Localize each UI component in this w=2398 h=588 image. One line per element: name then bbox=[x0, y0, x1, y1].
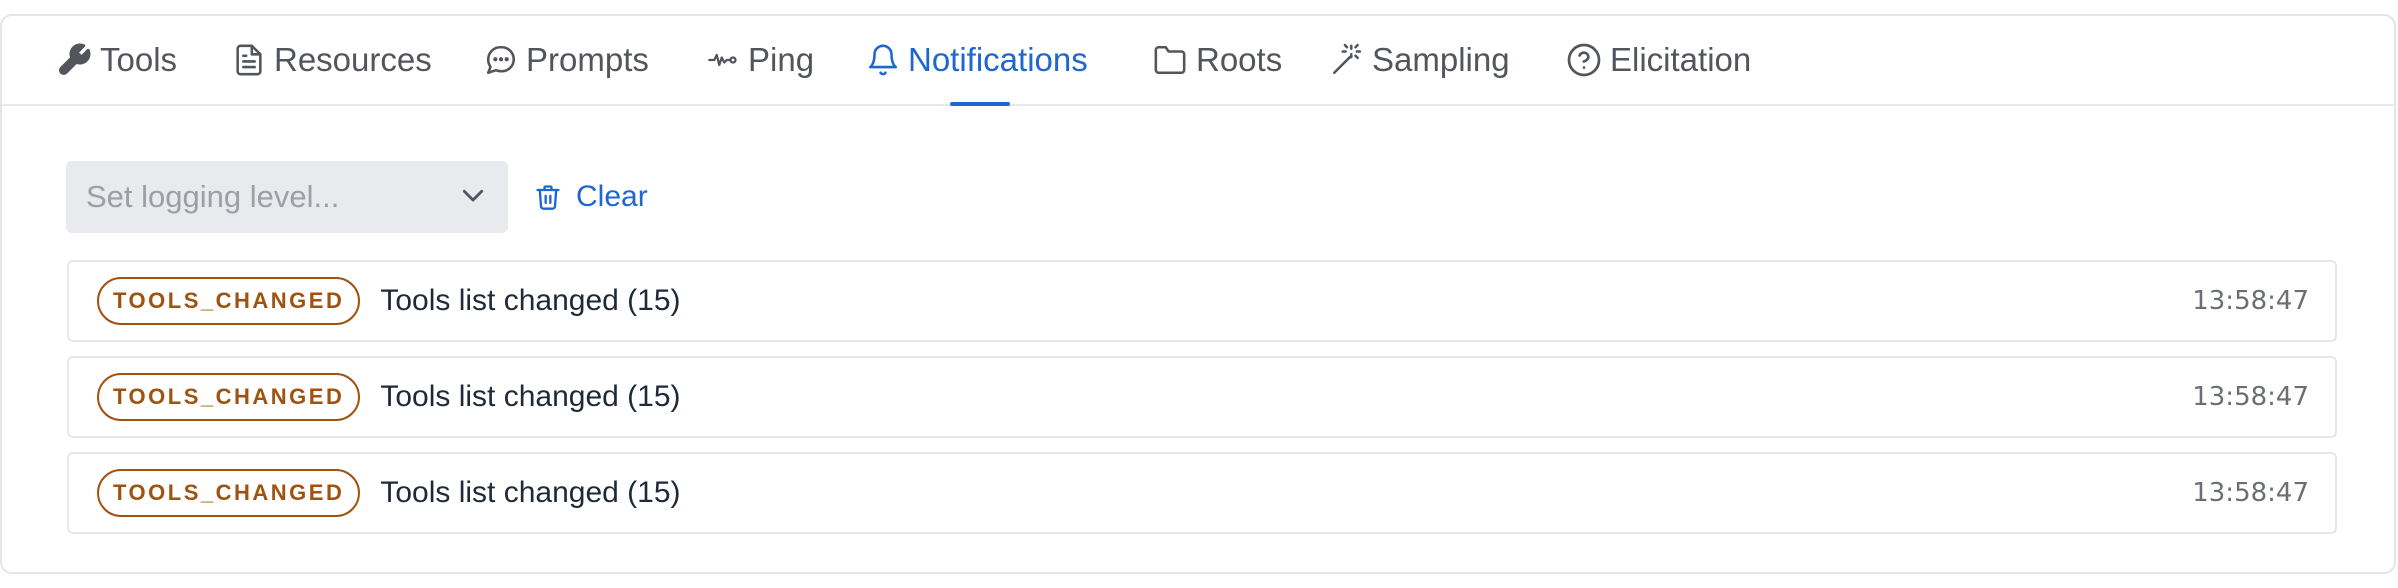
notification-type-badge: TOOLS_CHANGED bbox=[97, 277, 361, 325]
clear-button[interactable]: Clear bbox=[534, 174, 648, 220]
file-icon bbox=[232, 42, 266, 78]
tab-label: Roots bbox=[1196, 41, 1283, 78]
tab-label: Ping bbox=[748, 41, 815, 78]
logging-level-select[interactable]: Set logging level... bbox=[66, 161, 508, 233]
bell-icon bbox=[866, 42, 900, 78]
active-tab-indicator bbox=[950, 102, 1010, 106]
tab-label: Notifications bbox=[908, 41, 1088, 78]
trash-icon bbox=[534, 181, 562, 213]
clear-label: Clear bbox=[576, 180, 648, 213]
tab-label: Elicitation bbox=[1610, 41, 1752, 78]
tab-bar: Tools Resources Prompts Ping Notificatio bbox=[2, 16, 2394, 106]
tab-elicitation[interactable]: Elicitation bbox=[1566, 16, 1751, 104]
wrench-icon bbox=[56, 42, 92, 78]
tab-label: Tools bbox=[100, 41, 178, 78]
notification-type-badge: TOOLS_CHANGED bbox=[97, 469, 361, 517]
logging-level-placeholder: Set logging level... bbox=[86, 179, 340, 214]
tab-label: Resources bbox=[274, 41, 432, 78]
tab-resources[interactable]: Resources bbox=[232, 16, 432, 104]
notification-timestamp: 13:58:47 bbox=[2192, 382, 2309, 412]
notification-type-badge: TOOLS_CHANGED bbox=[97, 373, 361, 421]
notification-timestamp: 13:58:47 bbox=[2192, 478, 2309, 508]
chat-bubble-icon bbox=[484, 43, 518, 77]
tab-label: Prompts bbox=[526, 41, 649, 78]
notification-row: TOOLS_CHANGED Tools list changed (15) 13… bbox=[67, 356, 2337, 438]
chevron-down-icon bbox=[458, 180, 488, 215]
notifications-panel: Tools Resources Prompts Ping Notificatio bbox=[0, 14, 2396, 574]
question-circle-icon bbox=[1566, 42, 1602, 78]
notification-message: Tools list changed (15) bbox=[380, 476, 681, 509]
notification-timestamp: 13:58:47 bbox=[2192, 286, 2309, 316]
tab-ping[interactable]: Ping bbox=[706, 16, 814, 104]
tab-notifications[interactable]: Notifications bbox=[866, 16, 1088, 106]
tab-sampling[interactable]: Sampling bbox=[1330, 16, 1510, 104]
magic-wand-icon bbox=[1330, 43, 1364, 77]
notification-message: Tools list changed (15) bbox=[380, 284, 681, 317]
folder-icon bbox=[1152, 43, 1188, 77]
notification-row: TOOLS_CHANGED Tools list changed (15) 13… bbox=[67, 452, 2337, 534]
notification-row: TOOLS_CHANGED Tools list changed (15) 13… bbox=[67, 260, 2337, 342]
tab-prompts[interactable]: Prompts bbox=[484, 16, 649, 104]
tab-tools[interactable]: Tools bbox=[56, 16, 177, 104]
notification-message: Tools list changed (15) bbox=[380, 380, 681, 413]
tab-roots[interactable]: Roots bbox=[1152, 16, 1282, 104]
tab-label: Sampling bbox=[1372, 41, 1510, 78]
activity-icon bbox=[706, 45, 740, 75]
